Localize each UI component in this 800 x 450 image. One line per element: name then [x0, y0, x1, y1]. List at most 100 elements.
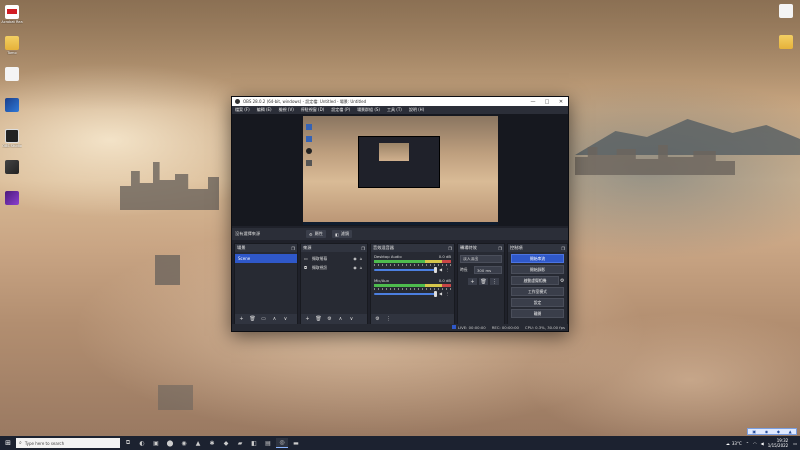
taskbar-app-icon[interactable]: ◆ [220, 438, 232, 448]
studio-mode-button[interactable]: 工作室模式 [511, 287, 564, 296]
start-recording-button[interactable]: 開始錄影 [511, 265, 564, 274]
weather-temp[interactable]: 33°C [732, 441, 742, 446]
exit-button[interactable]: 離開 [511, 309, 564, 318]
taskbar-app-icon[interactable]: ✱ [206, 438, 218, 448]
menu-docks[interactable]: 停駐視窗 (D) [301, 107, 324, 113]
menu-view[interactable]: 檢視 (V) [279, 107, 294, 113]
transition-type-select[interactable]: 淡入淡出 [460, 255, 502, 263]
transition-menu-button[interactable]: ⋮ [490, 278, 499, 285]
tray-icon[interactable]: ◉ [765, 429, 769, 434]
menu-edit[interactable]: 編輯 (E) [257, 107, 272, 113]
add-source-button[interactable]: + [303, 316, 312, 323]
taskbar-app-icon[interactable]: ◧ [248, 438, 260, 448]
move-source-down-button[interactable]: ∨ [347, 316, 356, 323]
desktop-icon[interactable] [0, 191, 24, 206]
remove-transition-button[interactable]: 🗑 [479, 278, 488, 285]
taskbar-app-icon[interactable]: ▣ [150, 438, 162, 448]
menu-profile[interactable]: 設定檔 (P) [331, 107, 350, 113]
network-icon[interactable]: ◠ [753, 441, 757, 446]
dock-undock-icon[interactable]: ❐ [361, 246, 365, 251]
scene-filters-button[interactable]: ▭ [259, 316, 268, 323]
lock-icon[interactable]: ⌂ [358, 265, 364, 270]
volume-meter [374, 260, 451, 263]
menu-scene-collection[interactable]: 場景群組 (S) [357, 107, 380, 113]
taskbar-app-icon[interactable]: ◐ [136, 438, 148, 448]
program-preview[interactable] [303, 116, 498, 225]
gear-icon[interactable]: ⚙ [560, 278, 567, 284]
taskbar-app-icon[interactable]: ◉ [178, 438, 190, 448]
add-transition-button[interactable]: + [468, 278, 477, 285]
source-properties-button[interactable]: ⚙ [325, 316, 334, 323]
obs-titlebar[interactable]: OBS 28.0.2 (64-bit, windows) - 設定檔: Unti… [232, 97, 568, 106]
menu-tools[interactable]: 工具 (T) [387, 107, 402, 113]
desktop-icon-label: OBS Studio [2, 144, 22, 148]
system-tray: ☁ 33°C ⌃ ◠ ◀ 19:32 1/15/2022 ▭ [726, 436, 800, 450]
desktop-icon[interactable] [774, 4, 798, 19]
taskbar-app-icon[interactable]: ▤ [262, 438, 274, 448]
source-item[interactable]: ◘ 擷取視訊 ◉ ⌂ [301, 263, 367, 272]
desktop-icon[interactable] [0, 98, 24, 113]
desktop-icon[interactable]: Acrobat Rea [0, 5, 24, 24]
clock[interactable]: 19:32 1/15/2022 [768, 438, 789, 448]
settings-button[interactable]: 設定 [511, 298, 564, 307]
duration-input[interactable]: 300 ms [474, 266, 502, 274]
volume-icon[interactable]: ◀ [761, 441, 764, 446]
channel-name: Mic/Aux [374, 278, 389, 283]
taskbar-app-icon[interactable]: ▰ [234, 438, 246, 448]
controls-dock-header: 控制項 ❐ [508, 244, 567, 252]
volume-slider[interactable] [374, 290, 437, 297]
source-item[interactable]: ▭ 擷取螢幕 ◉ ⌂ [301, 254, 367, 263]
desktop-icon[interactable] [774, 35, 798, 50]
more-options-icon[interactable]: ⋮ [444, 291, 451, 296]
menu-file[interactable]: 檔案 (F) [235, 107, 250, 113]
lock-icon[interactable]: ⌂ [358, 256, 364, 261]
tray-icon[interactable]: ◆ [777, 429, 780, 434]
move-scene-down-button[interactable]: ∨ [281, 316, 290, 323]
move-scene-up-button[interactable]: ∧ [270, 316, 279, 323]
advanced-audio-button[interactable]: ⚙ [373, 316, 382, 323]
start-streaming-button[interactable]: 開始串流 [511, 254, 564, 263]
minimize-button[interactable]: — [526, 99, 540, 105]
taskbar-app-icon[interactable]: ▲ [192, 438, 204, 448]
properties-button[interactable]: ⚙ 屬性 [306, 230, 326, 238]
maximize-button[interactable]: □ [540, 99, 554, 105]
desktop-icon[interactable] [0, 67, 24, 82]
remove-scene-button[interactable]: 🗑 [248, 316, 257, 323]
obs-window[interactable]: OBS 28.0.2 (64-bit, windows) - 設定檔: Unti… [231, 96, 569, 332]
menu-help[interactable]: 說明 (H) [409, 107, 424, 113]
chevron-up-icon[interactable]: ⌃ [746, 441, 749, 446]
desktop-icon[interactable] [0, 160, 24, 175]
mixer-menu-button[interactable]: ⋮ [384, 316, 393, 323]
speaker-icon[interactable]: ◀ [437, 291, 444, 296]
move-source-up-button[interactable]: ∧ [336, 316, 345, 323]
start-virtual-camera-button[interactable]: 啟動虛擬相機 [511, 276, 559, 285]
taskbar-app-icon[interactable]: ▬ [290, 438, 302, 448]
taskbar-app-icon[interactable]: ⧉ [122, 438, 134, 448]
dock-undock-icon[interactable]: ❐ [561, 246, 565, 251]
windows-start-icon[interactable]: ⊞ [0, 439, 16, 447]
desktop-icon[interactable]: Tomo [0, 36, 24, 55]
speaker-icon[interactable]: ◀ [437, 267, 444, 272]
tray-icon[interactable]: ▣ [752, 429, 756, 434]
notification-icon[interactable]: ▭ [793, 441, 797, 446]
scene-item[interactable]: Scene [235, 254, 297, 263]
desktop-icon[interactable]: OBS Studio [0, 129, 24, 148]
volume-slider[interactable] [374, 266, 437, 273]
dock-undock-icon[interactable]: ❐ [291, 246, 295, 251]
slider-knob[interactable] [434, 266, 437, 273]
taskbar-search-box[interactable]: ⌕ Type here to search [16, 438, 120, 448]
taskbar: ⊞ ⌕ Type here to search ⧉ ◐ ▣ ⬤ ◉ ▲ ✱ ◆ ▰ ◧ ▤ ◎ ▬ ☁ … [0, 436, 800, 450]
taskbar-app-icon[interactable]: ◎ [276, 438, 288, 448]
dock-undock-icon[interactable]: ❐ [498, 246, 502, 251]
slider-knob[interactable] [434, 290, 437, 297]
more-options-icon[interactable]: ⋮ [444, 267, 451, 272]
tray-icon[interactable]: ▲ [789, 429, 792, 434]
taskbar-app-icon[interactable]: ⬤ [164, 438, 176, 448]
add-scene-button[interactable]: + [237, 316, 246, 323]
weather-icon[interactable]: ☁ [726, 441, 730, 446]
close-button[interactable]: ✕ [554, 99, 568, 105]
remove-source-button[interactable]: 🗑 [314, 316, 323, 323]
dock-undock-icon[interactable]: ❐ [448, 246, 452, 251]
tray-notification-strip[interactable]: ▣ ◉ ◆ ▲ [747, 428, 797, 435]
filters-button[interactable]: ◧ 濾鏡 [331, 230, 353, 238]
